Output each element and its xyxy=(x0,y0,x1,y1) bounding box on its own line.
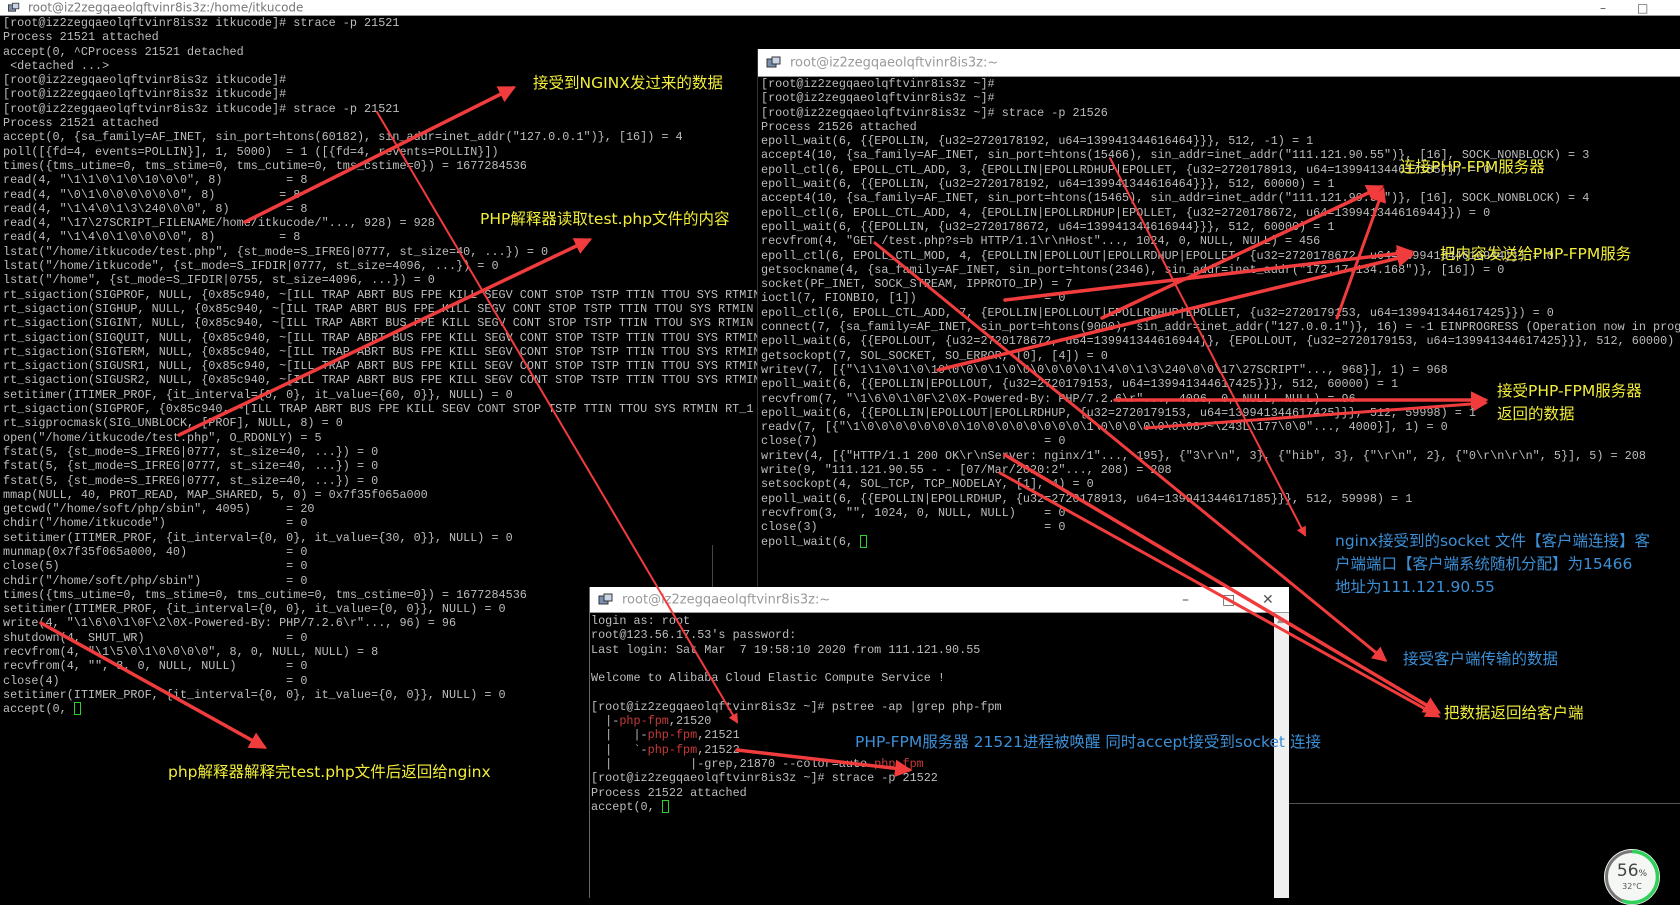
terminal-line: epoll_wait(6, {{EPOLLIN, {u32=2720178192… xyxy=(761,134,1314,149)
terminal-line: Last login: Sat Mar 7 19:58:10 2020 from… xyxy=(591,642,981,657)
terminal-line: root@123.56.17.53's password: xyxy=(591,628,797,643)
terminal-text: |- xyxy=(591,714,620,729)
terminal-text: epoll_wait(6, xyxy=(761,534,861,549)
battery-percent: 56% xyxy=(1604,861,1660,881)
terminal-line: epoll_wait(6, {{EPOLLIN|EPOLLRDHUP, {u32… xyxy=(761,491,1413,506)
terminal-line: login as: root xyxy=(591,614,691,628)
terminal-output[interactable]: [root@iz2zegqaeolqftvinr8is3z ~]# [root@i… xyxy=(761,77,1680,549)
annotation-line: nginx接受到的socket 文件【客户端连接】客 xyxy=(1335,532,1651,550)
title-bar[interactable]: root@iz2zegqaeolqftvinr8is3z:~ – □ ✕ xyxy=(590,587,1289,613)
terminal-line: write(9, "111.121.90.55 - - [07/Mar/2020… xyxy=(761,463,1172,478)
annotation-nginx-data: 接受到NGINX发过来的数据 xyxy=(533,74,723,92)
terminal-text: | `- xyxy=(591,742,648,757)
terminal-cursor xyxy=(860,534,868,548)
annotation-line: 接受PHP-FPM服务器 xyxy=(1497,382,1642,400)
terminal-line: recvfrom(3, "", 1024, 0, NULL, NULL) = 0 xyxy=(761,505,1066,520)
terminal-line: setsockopt(4, SOL_TCP, TCP_NODELAY, [1],… xyxy=(761,477,1094,492)
scroll-up-icon[interactable]: ▲ xyxy=(1277,615,1284,625)
terminal-text: ,21520 xyxy=(668,714,712,729)
annotation-php-done: php解释器解释完test.php文件后返回给nginx xyxy=(168,763,491,781)
annotation-recv-client: 接受客户端传输的数据 xyxy=(1403,650,1559,668)
window-title: root@iz2zegqaeolqftvinr8is3z:/home/itkuc… xyxy=(28,0,304,14)
terminal-output[interactable]: login as: root root@123.56.17.53's passwo… xyxy=(591,614,1273,814)
terminal-line: [root@iz2zegqaeolqftvinr8is3z ~]# strace… xyxy=(591,771,938,786)
terminal-cursor xyxy=(661,799,669,813)
process-name-highlight: php-fpm xyxy=(619,714,669,729)
annotation-line: 地址为111.121.90.55 xyxy=(1335,578,1495,596)
annotation-fpm-woken: PHP-FPM服务器 21521进程被唤醒 同时accept接受到socket … xyxy=(855,733,1321,751)
terminal-line: Process 21526 attached xyxy=(761,119,917,134)
minimize-button[interactable]: – xyxy=(1182,592,1189,608)
terminal-line: Process 21522 attached xyxy=(591,785,747,800)
terminal-line: connect(7, {sa_family=AF_INET, sin_port=… xyxy=(761,320,1680,335)
terminal-line: epoll_wait(6, {{EPOLLIN, {u32=2720178672… xyxy=(761,219,1335,234)
minimize-button[interactable]: – xyxy=(1600,1,1606,15)
terminal-line: | |-grep,21870 --color=auto php-fpm xyxy=(591,757,1273,771)
annotation-connect-fpm: 连接PHP-FPM服务器 xyxy=(1400,158,1545,176)
annotation-recv-fpm: 接受PHP-FPM服务器 返回的数据 xyxy=(1497,380,1642,426)
battery-percent-value: 56 xyxy=(1616,861,1639,881)
terminal-line: Welcome to Alibaba Cloud Elastic Compute… xyxy=(591,671,945,686)
terminal-text: ,21521 xyxy=(697,728,740,743)
terminal-line: writev(7, [{"\1\1\0\1\0\10\0\0\0\1\0\0\0… xyxy=(761,362,1448,377)
terminal-text: | |-grep,21870 --color=auto xyxy=(591,756,875,771)
putty-icon xyxy=(598,593,614,607)
terminal-text: accept(0, xyxy=(591,799,662,814)
annotation-nginx-socket: nginx接受到的socket 文件【客户端连接】客 户端端口【客户端系统随机分… xyxy=(1335,530,1650,599)
putty-icon xyxy=(766,56,782,70)
terminal-line: [root@iz2zegqaeolqftvinr8is3z itkucode]#… xyxy=(3,16,400,30)
title-bar[interactable]: root@iz2zegqaeolqftvinr8is3z:~ xyxy=(758,49,1680,77)
terminal-line: epoll_wait(6, {{EPOLLOUT, {u32=272017867… xyxy=(761,334,1675,349)
terminal-line: epoll_ctl(6, EPOLL_CTL_ADD, 4, {EPOLLIN|… xyxy=(761,205,1491,220)
terminal-text: accept(0, xyxy=(3,702,74,717)
terminal-text: ,21522 xyxy=(697,742,740,757)
terminal-line: [root@iz2zegqaeolqftvinr8is3z ~]# xyxy=(761,77,995,91)
terminal-line: accept(0, xyxy=(591,799,1273,814)
maximize-button[interactable]: □ xyxy=(1222,592,1235,608)
process-name-highlight: php-fpm xyxy=(647,742,698,757)
maximize-button[interactable]: □ xyxy=(1637,1,1648,15)
annotation-php-read: PHP解释器读取test.php文件的内容 xyxy=(480,210,730,228)
terminal-line: epoll_ctl(6, EPOLL_CTL_ADD, 7, {EPOLLIN|… xyxy=(761,305,1554,320)
battery-percent-sign: % xyxy=(1638,869,1648,879)
window-title: root@iz2zegqaeolqftvinr8is3z:~ xyxy=(790,55,999,70)
terminal-line: [root@iz2zegqaeolqftvinr8is3z ~]# xyxy=(761,91,995,106)
window-title: root@iz2zegqaeolqftvinr8is3z:~ xyxy=(622,592,831,607)
battery-widget[interactable]: 56% 32°C xyxy=(1604,849,1660,905)
terminal-line: Process 21521 attached xyxy=(3,30,159,45)
terminal-line: [root@iz2zegqaeolqftvinr8is3z ~]# strace… xyxy=(761,105,1108,120)
temperature-label: 32°C xyxy=(1622,882,1642,891)
title-bar[interactable]: root@iz2zegqaeolqftvinr8is3z:/home/itkuc… xyxy=(0,0,1680,16)
terminal-text: | |- xyxy=(591,728,648,743)
putty-icon xyxy=(7,2,21,13)
terminal-cursor xyxy=(73,702,81,716)
terminal-line: socket(PF_INET, SOCK_STREAM, IPPROTO_IP)… xyxy=(761,277,1073,292)
terminal-line: epoll_wait(6, {{EPOLLIN, {u32=2720178192… xyxy=(761,177,1335,192)
terminal-line: writev(4, [{"HTTP/1.1 200 OK\r\nServer: … xyxy=(761,448,1646,463)
window-edge-divider xyxy=(712,545,713,587)
terminal-line: [root@iz2zegqaeolqftvinr8is3z ~]# pstree… xyxy=(591,699,1002,714)
annotation-send-fpm: 把内容发送给PHP-FPM服务 xyxy=(1440,245,1632,263)
process-name-highlight: php-fpm xyxy=(647,728,698,743)
vertical-scrollbar[interactable]: ▲ xyxy=(1274,613,1289,898)
annotation-line: 返回的数据 xyxy=(1497,405,1575,423)
annotation-line: 户端端口【客户端系统随机分配】为15466 xyxy=(1335,555,1633,573)
process-name-highlight: php-fpm xyxy=(874,756,924,771)
terminal-line: accept4(10, {sa_family=AF_INET, sin_port… xyxy=(761,191,1590,206)
close-button[interactable]: ✕ xyxy=(1262,592,1274,608)
terminal-line: getsockopt(7, SOL_SOCKET, SO_ERROR, [0],… xyxy=(761,348,1108,363)
terminal-line: close(7) = 0 xyxy=(761,434,1066,449)
annotation-return-client: 把数据返回给客户端 xyxy=(1444,704,1584,722)
terminal-line: ioctl(7, FIONBIO, [1]) = 0 xyxy=(761,291,1066,306)
terminal-line: |-php-fpm,21520 xyxy=(591,714,1273,728)
